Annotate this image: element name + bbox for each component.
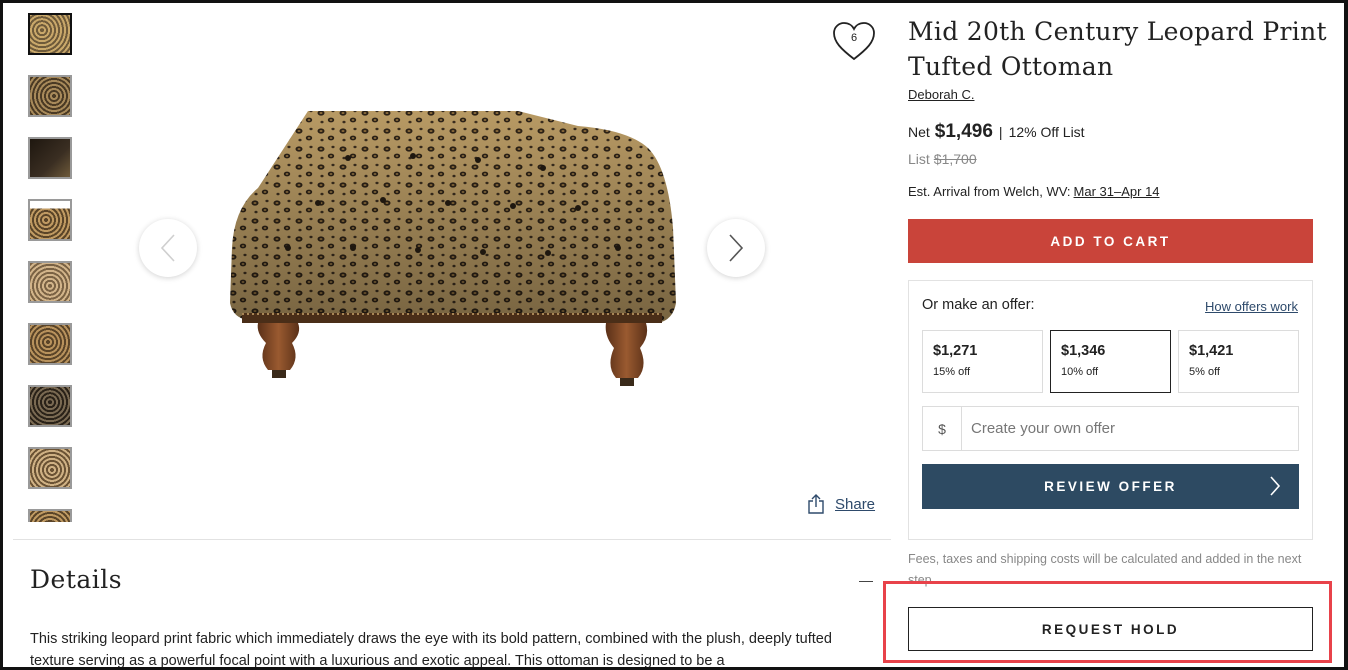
offer-option-5[interactable]: $1,421 5% off	[1178, 330, 1299, 393]
thumbnail-strip[interactable]	[28, 13, 72, 522]
offer-percent: 5% off	[1189, 366, 1220, 378]
list-price-line: List $1,700	[908, 151, 977, 167]
thumbnail-5[interactable]	[28, 261, 72, 303]
arrival-dates-link[interactable]: Mar 31–Apr 14	[1074, 184, 1160, 199]
offer-percent: 10% off	[1061, 366, 1099, 378]
divider	[13, 539, 891, 540]
thumbnail-2[interactable]	[28, 75, 72, 117]
discount-text: 12% Off List	[1008, 124, 1085, 140]
offer-heading: Or make an offer:	[922, 297, 1035, 313]
offer-amount: $1,421	[1189, 343, 1234, 359]
offer-percent: 15% off	[933, 366, 971, 378]
review-offer-label: REVIEW OFFER	[1044, 479, 1177, 494]
details-heading: Details	[30, 565, 123, 594]
thumbnail-1[interactable]	[28, 13, 72, 55]
arrival-label: Est. Arrival from Welch, WV:	[908, 184, 1071, 199]
list-label: List	[908, 151, 930, 167]
price-separator: |	[998, 124, 1003, 140]
thumbnail-6[interactable]	[28, 323, 72, 365]
details-description: This striking leopard print fabric which…	[30, 631, 832, 669]
offer-option-15[interactable]: $1,271 15% off	[922, 330, 1043, 393]
next-image-button[interactable]	[707, 219, 765, 277]
offer-option-10[interactable]: $1,346 10% off	[1050, 330, 1171, 393]
net-price-line: Net $1,496 | 12% Off List	[908, 121, 1085, 143]
thumbnail-9[interactable]	[28, 509, 72, 522]
previous-image-button[interactable]	[139, 219, 197, 277]
product-main-image	[230, 111, 676, 386]
thumbnail-3[interactable]	[28, 137, 72, 179]
thumbnail-4[interactable]	[28, 199, 72, 241]
currency-symbol: $	[923, 407, 962, 450]
product-page: 6 Share Details This striking leopard pr…	[0, 0, 1348, 670]
add-to-cart-button[interactable]: ADD TO CART	[908, 219, 1313, 263]
request-hold-button[interactable]: REQUEST HOLD	[908, 607, 1313, 651]
custom-offer-input[interactable]	[962, 407, 1298, 450]
how-offers-work-link[interactable]: How offers work	[1205, 299, 1298, 314]
thumbnail-8[interactable]	[28, 447, 72, 489]
net-label: Net	[908, 124, 930, 140]
chevron-right-icon	[1270, 476, 1281, 496]
make-offer-panel: Or make an offer: How offers work $1,271…	[908, 280, 1313, 540]
seller-link[interactable]: Deborah C.	[908, 87, 974, 102]
favorite-button[interactable]: 6	[831, 21, 877, 63]
chevron-right-icon	[729, 234, 744, 262]
share-label: Share	[835, 495, 876, 513]
product-title: Mid 20th Century Leopard Print Tufted Ot…	[908, 17, 1327, 81]
chevron-left-icon	[160, 234, 175, 262]
estimated-arrival: Est. Arrival from Welch, WV: Mar 31–Apr 1…	[908, 184, 1160, 199]
collapse-details-button[interactable]	[859, 581, 873, 582]
list-price: $1,700	[933, 151, 977, 167]
offer-amount: $1,271	[933, 343, 978, 359]
custom-offer-field[interactable]: $	[922, 406, 1299, 451]
thumbnail-7[interactable]	[28, 385, 72, 427]
review-offer-button[interactable]: REVIEW OFFER	[922, 464, 1299, 509]
favorite-count: 6	[850, 32, 858, 44]
net-price: $1,496	[934, 121, 993, 142]
share-icon	[808, 494, 824, 514]
offer-amount: $1,346	[1061, 343, 1106, 359]
share-button[interactable]: Share	[807, 494, 875, 514]
